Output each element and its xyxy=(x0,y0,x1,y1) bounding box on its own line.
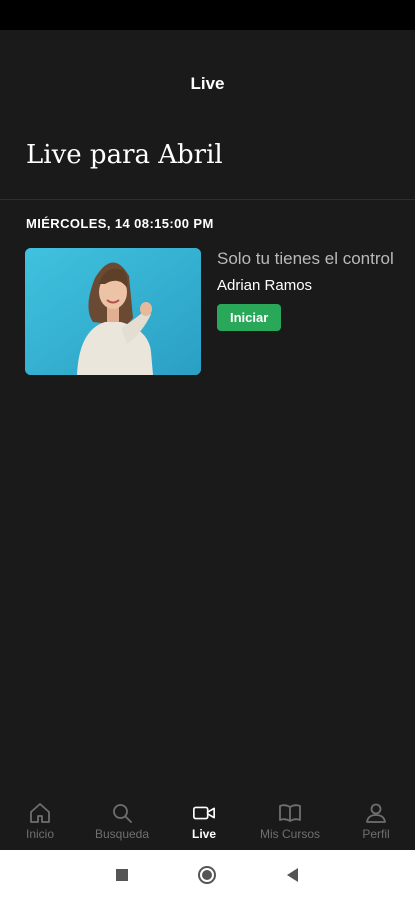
session-title: Solo tu tienes el control xyxy=(217,249,394,268)
video-icon xyxy=(192,801,216,825)
square-icon xyxy=(116,869,128,881)
status-bar xyxy=(0,0,415,30)
home-button[interactable] xyxy=(197,865,217,885)
nav-item-mis-cursos[interactable]: Mis Cursos xyxy=(252,793,328,849)
user-icon xyxy=(364,801,388,825)
bottom-nav: Inicio Busqueda Live Mis Cursos Perfil xyxy=(0,793,415,849)
recents-button[interactable] xyxy=(112,865,132,885)
nav-label-inicio: Inicio xyxy=(25,827,54,841)
nav-item-perfil[interactable]: Perfil xyxy=(354,793,398,849)
section-title: Live para Abril xyxy=(26,140,223,170)
triangle-back-icon xyxy=(287,868,298,882)
nav-item-live[interactable]: Live xyxy=(184,793,224,849)
back-button[interactable] xyxy=(283,865,303,885)
host-name: Adrian Ramos xyxy=(217,277,313,294)
live-session-card[interactable]: Solo tu tienes el control Adrian Ramos I… xyxy=(25,248,395,376)
divider xyxy=(0,199,415,200)
presenter-photo xyxy=(25,248,201,375)
circle-icon xyxy=(198,866,216,884)
book-icon xyxy=(278,801,302,825)
session-thumbnail[interactable] xyxy=(25,248,201,375)
session-info: Solo tu tienes el control Adrian Ramos I… xyxy=(217,248,395,331)
start-button[interactable]: Iniciar xyxy=(217,304,282,331)
nav-label-busqueda: Busqueda xyxy=(94,827,150,841)
nav-label-live: Live xyxy=(191,827,216,841)
schedule-date: MIÉRCOLES, 14 08:15:00 PM xyxy=(26,216,214,231)
nav-label-perfil: Perfil xyxy=(362,827,390,841)
nav-item-busqueda[interactable]: Busqueda xyxy=(88,793,156,849)
app-header: Live xyxy=(0,30,415,136)
nav-item-inicio[interactable]: Inicio xyxy=(14,793,66,849)
nav-label-mis-cursos: Mis Cursos xyxy=(259,827,320,841)
system-navigation-bar xyxy=(0,850,415,900)
home-icon xyxy=(28,801,52,825)
page-title: Live xyxy=(190,74,225,93)
search-icon xyxy=(110,801,134,825)
